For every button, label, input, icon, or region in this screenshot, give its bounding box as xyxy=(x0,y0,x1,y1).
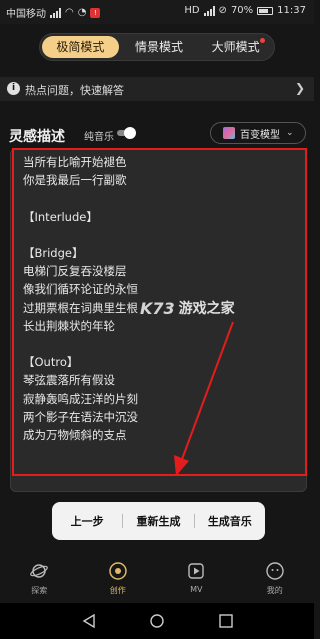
nav-label-mine: 我的 xyxy=(266,586,283,595)
chat-icon: ◔ xyxy=(77,7,87,18)
nav-item-create[interactable]: 创作 xyxy=(79,552,158,602)
back-icon[interactable] xyxy=(82,614,96,628)
recents-icon[interactable] xyxy=(219,614,233,628)
nav-item-mine[interactable]: 我的 xyxy=(236,552,315,602)
action-bar: 上一步 重新生成 生成音乐 xyxy=(52,502,265,540)
planet-icon xyxy=(30,564,49,578)
chevron-right-icon: ❯ xyxy=(294,81,305,95)
nav-label-mv: MV xyxy=(190,585,203,594)
bottom-nav: 探索 创作 MV 我的 xyxy=(0,552,314,602)
mute-icon: ⊘ xyxy=(218,5,227,16)
pure-music-toggle[interactable] xyxy=(117,127,136,139)
watermark: K73 游戏之家 xyxy=(140,298,235,318)
pure-music-label: 纯音乐 xyxy=(84,132,114,143)
play-icon xyxy=(188,563,204,579)
tab-scene-mode[interactable]: 情景模式 xyxy=(121,34,198,60)
network-label: HD xyxy=(184,5,200,16)
wifi-icon: ◠ xyxy=(65,7,74,18)
tab-master-mode-label: 大师模式 xyxy=(211,40,260,54)
battery-icon xyxy=(257,6,274,15)
status-bar: 中国移动 ◠ ◔ ! HD ⊘ 70% 11:37 xyxy=(0,0,314,24)
nav-item-mv[interactable]: MV xyxy=(157,552,236,602)
signal-icon xyxy=(50,7,61,18)
watermark-text: 游戏之家 xyxy=(178,301,235,317)
chevron-down-icon: ⌄ xyxy=(286,128,294,138)
regenerate-button[interactable]: 重新生成 xyxy=(123,513,193,529)
system-nav-bar xyxy=(0,603,314,639)
new-dot-badge xyxy=(260,38,266,43)
mode-tabs: 极简模式 情景模式 大师模式 xyxy=(39,33,275,61)
nav-label-create: 创作 xyxy=(109,586,126,595)
nav-label-explore: 探索 xyxy=(31,586,48,595)
carrier-label: 中国移动 xyxy=(6,9,46,20)
hot-questions-text: 热点问题，快速解答 xyxy=(25,84,124,97)
previous-step-button[interactable]: 上一步 xyxy=(52,513,122,529)
inspiration-title: 灵感描述 xyxy=(9,129,65,145)
model-icon xyxy=(223,127,235,139)
battery-percent: 70% xyxy=(230,5,254,16)
disc-icon xyxy=(109,562,127,580)
model-select-button[interactable]: 百变模型 ⌄ xyxy=(210,122,306,144)
home-icon[interactable] xyxy=(150,614,164,628)
clock: 11:37 xyxy=(277,5,306,16)
info-icon: i xyxy=(7,82,20,95)
tab-simple-mode[interactable]: 极简模式 xyxy=(42,36,119,58)
generate-music-button[interactable]: 生成音乐 xyxy=(195,513,265,529)
tab-master-mode[interactable]: 大师模式 xyxy=(197,34,274,60)
watermark-logo: K73 xyxy=(140,298,175,318)
signal-strength-icon xyxy=(203,5,215,16)
nav-item-explore[interactable]: 探索 xyxy=(0,552,79,602)
app-notification-icon: ! xyxy=(90,7,101,18)
hot-questions-bar[interactable]: i 热点问题，快速解答 ❯ xyxy=(0,77,314,101)
face-icon xyxy=(266,562,284,580)
model-select-label: 百变模型 xyxy=(240,129,280,141)
